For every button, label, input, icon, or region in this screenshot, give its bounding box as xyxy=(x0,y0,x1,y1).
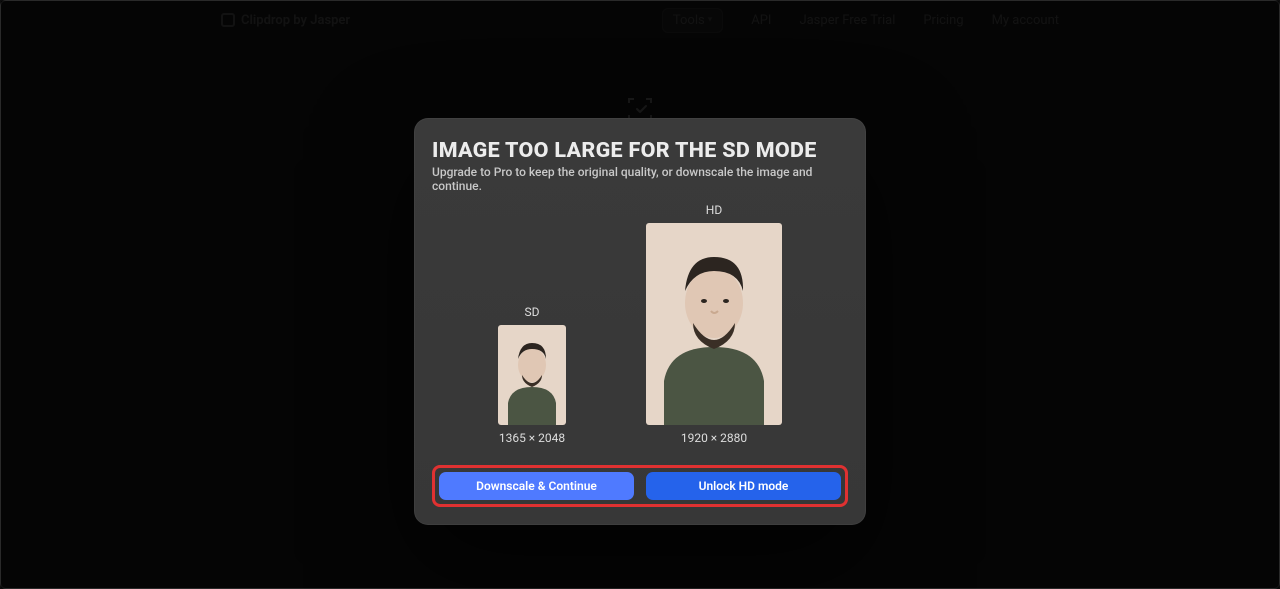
sd-column: SD 1365 × 2048 xyxy=(498,305,566,445)
modal-subtitle: Upgrade to Pro to keep the original qual… xyxy=(432,165,848,193)
sd-preview-image xyxy=(498,325,566,425)
image-too-large-modal: IMAGE TOO LARGE FOR THE SD MODE Upgrade … xyxy=(414,118,866,525)
sd-label: SD xyxy=(525,305,540,319)
unlock-hd-button[interactable]: Unlock HD mode xyxy=(646,472,841,500)
hd-dimensions: 1920 × 2880 xyxy=(681,431,747,445)
modal-title: IMAGE TOO LARGE FOR THE SD MODE xyxy=(432,138,848,163)
hd-label: HD xyxy=(706,203,722,217)
button-row-highlight: Downscale & Continue Unlock HD mode xyxy=(432,465,848,507)
hd-column: HD 1920 × 2880 xyxy=(646,203,782,445)
sd-dimensions: 1365 × 2048 xyxy=(499,431,565,445)
preview-row: SD 1365 × 2048 HD xyxy=(432,203,848,445)
downscale-button[interactable]: Downscale & Continue xyxy=(439,472,634,500)
hd-preview-image xyxy=(646,223,782,425)
